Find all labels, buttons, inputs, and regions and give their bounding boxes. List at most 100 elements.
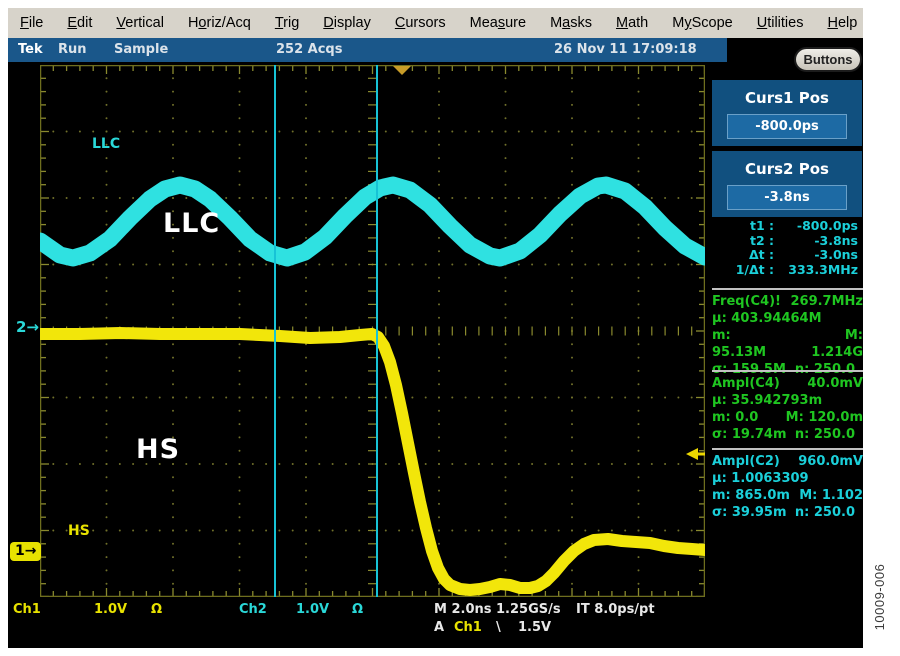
menu-item-measure[interactable]: Measure [458, 8, 538, 38]
grid-dot [265, 131, 267, 133]
grid-dot [132, 264, 134, 266]
menu-item-trig[interactable]: Trig [263, 8, 311, 38]
grid-dot [451, 197, 453, 199]
grid-dot [438, 303, 440, 305]
grid-dot [145, 530, 147, 532]
grid-dot [199, 397, 201, 399]
grid-dot [172, 410, 174, 412]
grid-dot [119, 264, 121, 266]
menu-item-display[interactable]: Display [311, 8, 383, 38]
grid-dot [505, 277, 507, 279]
menu-item-utilities[interactable]: Utilities [745, 8, 816, 38]
grid-dot [239, 450, 241, 452]
menu-item-masks[interactable]: Masks [538, 8, 604, 38]
grid-dot [172, 277, 174, 279]
grid-dot [438, 410, 440, 412]
cursor2-position-section: Curs2 Pos -3.8ns [712, 151, 862, 217]
grid-dot [505, 370, 507, 372]
ch2-scale: 1.0V [296, 602, 329, 617]
grid-dot [278, 530, 280, 532]
menu-item-math[interactable]: Math [604, 8, 660, 38]
grid-dot [638, 303, 640, 305]
grid-dot [172, 357, 174, 359]
grid-dot [571, 170, 573, 172]
hs-channel-label: HS [68, 523, 90, 539]
grid-dot [106, 383, 108, 385]
grid-dot [239, 397, 241, 399]
grid-dot [398, 197, 400, 199]
grid-dot [664, 463, 666, 465]
grid-dot [571, 516, 573, 518]
menu-item-vertical[interactable]: Vertical [104, 8, 176, 38]
grid-dot [438, 516, 440, 518]
grid-dot [172, 423, 174, 425]
buttons-button[interactable]: Buttons [794, 47, 862, 72]
channel2-ground-marker[interactable]: 2→ [16, 318, 39, 336]
grid-dot [505, 290, 507, 292]
trigger-position-icon[interactable] [393, 66, 411, 75]
cursor-readout-row-3: 1/Δt :333.3MHz [712, 263, 858, 278]
grid-dot [438, 423, 440, 425]
menu-item-cursors[interactable]: Cursors [383, 8, 458, 38]
grid-dot [544, 264, 546, 266]
cursor1-position-value[interactable]: -800.0ps [727, 114, 847, 139]
grid-dot [505, 210, 507, 212]
grid-dot [398, 530, 400, 532]
grid-dot [305, 317, 307, 319]
grid-dot [145, 397, 147, 399]
menu-item-myscope[interactable]: MyScope [660, 8, 744, 38]
grid-dot [571, 131, 573, 133]
grid-dot [411, 397, 413, 399]
channel1-ground-marker[interactable]: 1→ [10, 542, 41, 561]
grid-dot [571, 264, 573, 266]
sampling-readout: IT 8.0ps/pt [576, 602, 655, 617]
grid-dot [638, 397, 640, 399]
grid-dot [638, 170, 640, 172]
grid-dot [438, 490, 440, 492]
grid-dot [172, 397, 174, 399]
grid-dot [172, 583, 174, 585]
grid-dot [638, 476, 640, 478]
grid-dot [239, 436, 241, 438]
grid-dot [305, 131, 307, 133]
grid-dot [106, 131, 108, 133]
measurement-block-ampl-c4: Ampl(C4)40.0mVμ: 35.942793mm: 0.0M: 120.… [712, 370, 863, 443]
grid-dot [438, 357, 440, 359]
grid-dot [677, 131, 679, 133]
trigger-source: Ch1 [454, 620, 482, 635]
grid-dot [185, 530, 187, 532]
grid-dot [584, 463, 586, 465]
grid-dot [598, 397, 600, 399]
cursor2-position-value[interactable]: -3.8ns [727, 185, 847, 210]
measurement-block-freq-c4: Freq(C4)!269.7MHzμ: 403.94464Mm: 95.13MM… [712, 288, 863, 378]
ch2-label[interactable]: Ch2 [239, 602, 267, 617]
menu-item-help[interactable]: Help [815, 8, 869, 38]
grid-dot [531, 397, 533, 399]
grid-dot [225, 397, 227, 399]
grid-dot [106, 264, 108, 266]
grid-dot [505, 184, 507, 186]
grid-dot [305, 144, 307, 146]
trigger-level-icon[interactable] [686, 448, 698, 460]
grid-dot [106, 303, 108, 305]
grid-dot [305, 104, 307, 106]
grid-dot [239, 423, 241, 425]
grid-dot [638, 383, 640, 385]
ch1-label[interactable]: Ch1 [13, 602, 41, 617]
grid-dot [305, 117, 307, 119]
grid-dot [239, 91, 241, 93]
grid-dot [199, 530, 201, 532]
grid-dot [185, 131, 187, 133]
grid-dot [438, 264, 440, 266]
grid-dot [571, 530, 573, 532]
grid-dot [305, 157, 307, 159]
grid-dot [571, 277, 573, 279]
menu-item-edit[interactable]: Edit [55, 8, 104, 38]
menu-item-file[interactable]: File [8, 8, 55, 38]
grid-dot [145, 131, 147, 133]
grid-dot [691, 530, 693, 532]
grid-dot [385, 530, 387, 532]
grid-dot [265, 264, 267, 266]
menu-item-horiz-acq[interactable]: Horiz/Acq [176, 8, 263, 38]
grid-dot [518, 530, 520, 532]
